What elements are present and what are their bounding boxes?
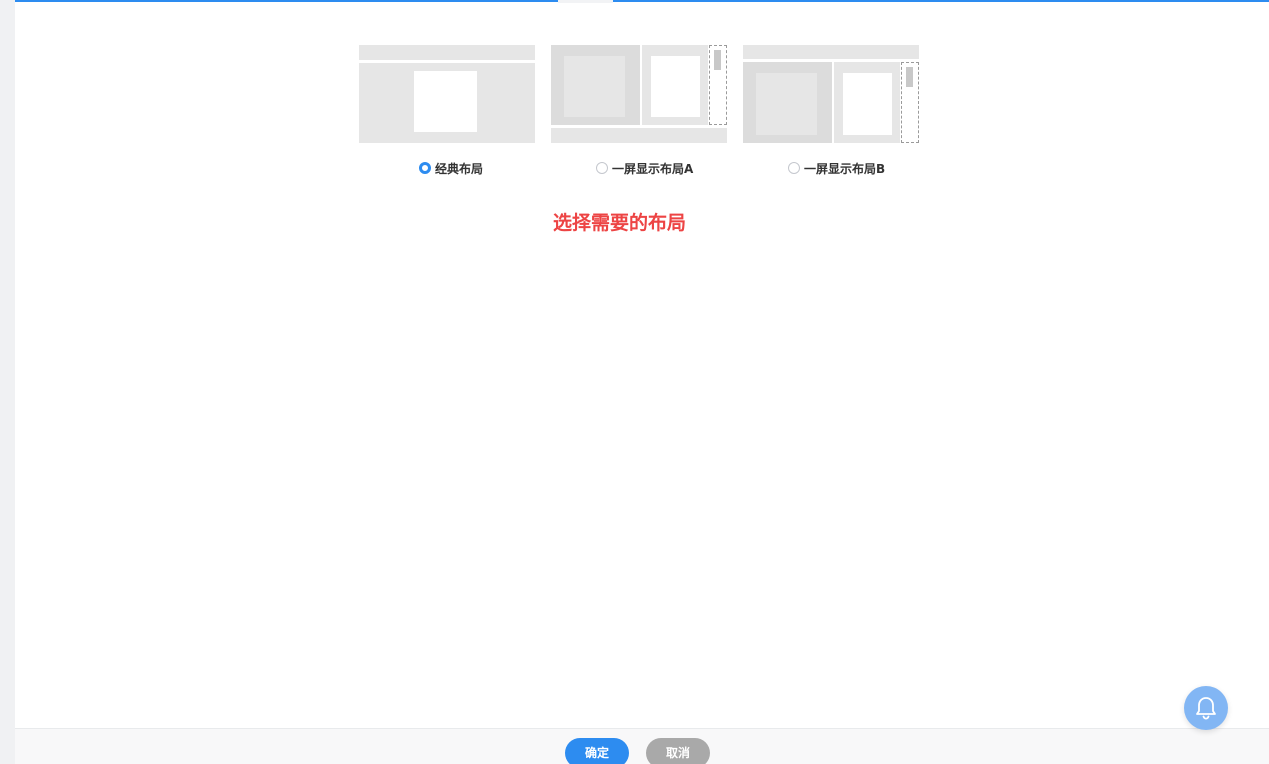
radio-button[interactable]	[596, 162, 608, 174]
layout-thumbnail-one-screen-b[interactable]	[743, 45, 919, 143]
layout-option-one-screen-b[interactable]	[743, 45, 919, 143]
bell-icon	[1196, 697, 1216, 720]
radio-one-screen-b[interactable]: 一屏显示布局B	[788, 160, 885, 176]
dialog-footer	[15, 728, 1269, 764]
layout-option-classic[interactable]	[359, 45, 535, 143]
layout-thumbnail-one-screen-a[interactable]	[551, 45, 727, 143]
layout-hint-text: 选择需要的布局	[552, 212, 686, 234]
radio-label-one-screen-a: 一屏显示布局A	[612, 161, 694, 176]
layout-thumbnail-classic[interactable]	[359, 45, 535, 143]
radio-classic[interactable]: 经典布局	[419, 160, 483, 176]
radio-label-one-screen-b: 一屏显示布局B	[804, 161, 886, 176]
radio-one-screen-a[interactable]: 一屏显示布局A	[596, 160, 693, 176]
left-sidebar-edge	[0, 0, 15, 764]
cancel-button[interactable]: 取消	[646, 738, 710, 764]
top-accent-bar	[613, 0, 1269, 2]
top-tab-indicator	[558, 0, 613, 3]
top-accent-bar	[15, 0, 558, 2]
confirm-button[interactable]: 确定	[565, 738, 629, 764]
radio-label-classic: 经典布局	[435, 161, 484, 176]
radio-button[interactable]	[788, 162, 800, 174]
radio-button-checked[interactable]	[419, 162, 431, 174]
layout-option-one-screen-a[interactable]	[551, 45, 727, 143]
notification-button[interactable]	[1184, 686, 1228, 730]
